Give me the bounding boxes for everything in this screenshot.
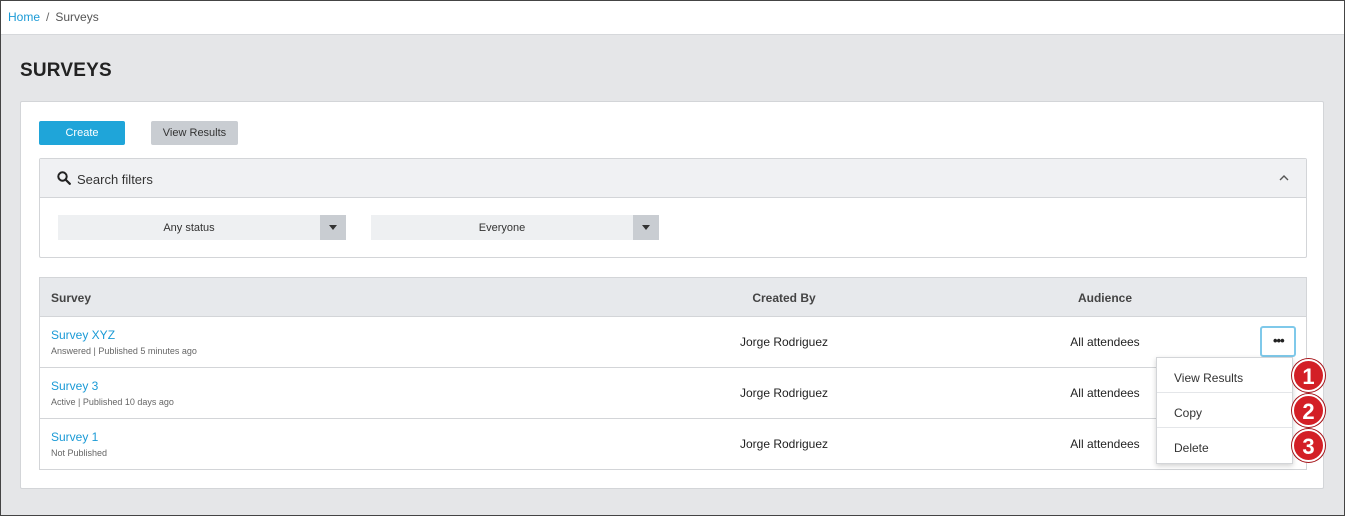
- survey-name-link[interactable]: Survey 3: [51, 379, 98, 393]
- search-icon: [57, 171, 71, 185]
- survey-audience: All attendees: [1070, 437, 1140, 451]
- survey-name-link[interactable]: Survey 1: [51, 430, 98, 444]
- breadcrumb-home-link[interactable]: Home: [8, 10, 40, 24]
- caret-down-icon: [642, 225, 650, 230]
- callout-badge-3: 3: [1292, 429, 1325, 462]
- survey-created-by: Jorge Rodriguez: [739, 437, 829, 451]
- search-filters-header[interactable]: Search filters: [40, 159, 1306, 198]
- page-title: SURVEYS: [20, 60, 112, 81]
- menu-item-view-results[interactable]: View Results: [1157, 358, 1292, 393]
- breadcrumb: Home / Surveys: [1, 1, 1344, 35]
- table-row: Survey 1 Not Published Jorge Rodriguez A…: [40, 419, 1306, 470]
- create-button[interactable]: Create: [39, 121, 125, 145]
- search-filters-title: Search filters: [77, 172, 153, 187]
- row-actions-menu: View Results Copy Delete: [1156, 357, 1293, 464]
- audience-select-value: Everyone: [478, 222, 526, 234]
- row-actions-button[interactable]: •••: [1260, 326, 1296, 357]
- audience-select-toggle[interactable]: [633, 215, 659, 240]
- survey-created-by: Jorge Rodriguez: [739, 335, 829, 349]
- table-row: Survey XYZ Answered | Published 5 minute…: [40, 317, 1306, 368]
- survey-name-link[interactable]: Survey XYZ: [51, 328, 115, 342]
- column-header-audience[interactable]: Audience: [1055, 291, 1155, 305]
- survey-audience: All attendees: [1070, 335, 1140, 349]
- survey-audience: All attendees: [1070, 386, 1140, 400]
- table-row: Survey 3 Active | Published 10 days ago …: [40, 368, 1306, 419]
- breadcrumb-separator: /: [46, 10, 50, 24]
- view-results-button[interactable]: View Results: [151, 121, 238, 145]
- column-header-created-by[interactable]: Created By: [734, 291, 834, 305]
- column-header-survey[interactable]: Survey: [51, 291, 91, 305]
- survey-status-meta: Answered | Published 5 minutes ago: [51, 346, 197, 356]
- surveys-card: Create View Results Search filters Any s…: [20, 101, 1324, 489]
- survey-created-by: Jorge Rodriguez: [739, 386, 829, 400]
- survey-status-meta: Active | Published 10 days ago: [51, 397, 174, 407]
- more-horizontal-icon: •••: [1273, 333, 1285, 348]
- breadcrumb-current: Surveys: [55, 10, 99, 24]
- caret-down-icon: [329, 225, 337, 230]
- menu-item-copy[interactable]: Copy: [1157, 393, 1292, 428]
- callout-badge-1: 1: [1292, 359, 1325, 392]
- survey-status-meta: Not Published: [51, 448, 108, 458]
- status-select-toggle[interactable]: [320, 215, 346, 240]
- status-select-value: Any status: [163, 222, 215, 234]
- callout-badge-2: 2: [1292, 394, 1325, 427]
- menu-item-delete[interactable]: Delete: [1157, 428, 1292, 463]
- chevron-up-icon[interactable]: [1278, 172, 1290, 184]
- search-filters-panel: Search filters Any status Everyone: [39, 158, 1307, 258]
- surveys-table: Survey Created By Audience Survey XYZ An…: [39, 277, 1307, 470]
- audience-select[interactable]: Everyone: [371, 215, 659, 240]
- table-header: Survey Created By Audience: [40, 278, 1306, 317]
- status-select[interactable]: Any status: [58, 215, 346, 240]
